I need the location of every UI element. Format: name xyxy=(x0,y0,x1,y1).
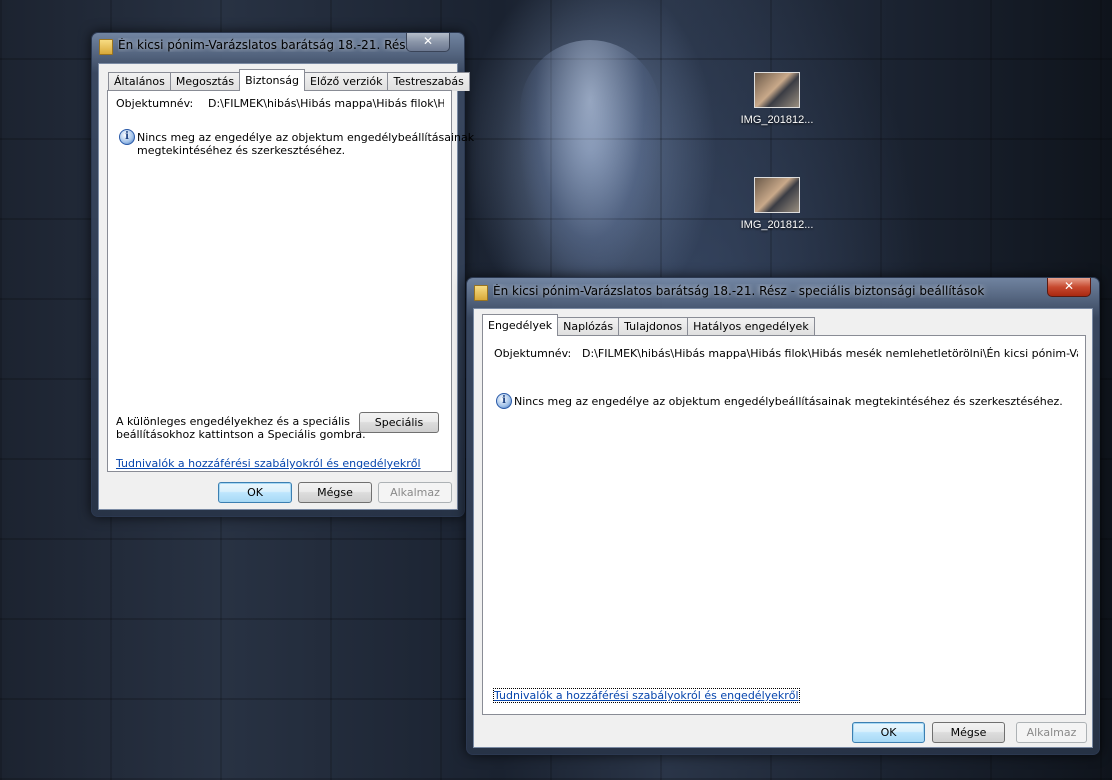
folder-icon xyxy=(99,39,113,55)
tab-general[interactable]: Általános xyxy=(108,72,171,91)
ok-button[interactable]: OK xyxy=(218,482,292,503)
object-name-label: Objektumnév: xyxy=(494,347,572,360)
tab-effective-permissions[interactable]: Hatályos engedélyek xyxy=(687,317,815,336)
permissions-panel: Objektumnév: D:\FILMEK\hibás\Hibás mappa… xyxy=(482,335,1086,715)
permission-info-text: Nincs meg az engedélye az objektum enged… xyxy=(514,395,1063,408)
special-hint-line2: beállításokhoz kattintson a Speciális go… xyxy=(116,428,366,441)
tab-auditing[interactable]: Naplózás xyxy=(557,317,620,336)
tab-owner[interactable]: Tulajdonos xyxy=(618,317,689,336)
folder-icon xyxy=(474,285,488,301)
tab-sharing[interactable]: Megosztás xyxy=(169,72,241,91)
desktop-icon-image-2[interactable]: IMG_201812... xyxy=(732,177,822,231)
info-icon: i xyxy=(496,393,512,409)
object-path: D:\FILMEK\hibás\Hibás mappa\Hibás filok\… xyxy=(208,97,444,110)
image-thumbnail-icon xyxy=(754,177,800,213)
window-title: Én kicsi pónim-Varázslatos barátság 18.-… xyxy=(118,38,418,52)
tab-permissions[interactable]: Engedélyek xyxy=(482,314,559,336)
info-icon: i xyxy=(119,129,135,145)
object-name-label: Objektumnév: xyxy=(116,97,194,110)
tab-strip: Általános Megosztás Biztonság Előző verz… xyxy=(108,69,470,91)
advanced-security-window: Én kicsi pónim-Varázslatos barátság 18.-… xyxy=(466,277,1100,755)
permission-info-line1: Nincs meg az engedélye az objektum enged… xyxy=(137,131,475,144)
help-link[interactable]: Tudnivalók a hozzáférési szabályokról és… xyxy=(493,688,800,703)
cancel-button[interactable]: Mégse xyxy=(932,722,1005,743)
special-button[interactable]: Speciális xyxy=(359,412,439,433)
window-body: Általános Megosztás Biztonság Előző verz… xyxy=(98,63,474,510)
ok-button[interactable]: OK xyxy=(852,722,925,743)
tab-customize[interactable]: Testreszabás xyxy=(387,72,470,91)
apply-button[interactable]: Alkalmaz xyxy=(378,482,452,503)
properties-window: Én kicsi pónim-Varázslatos barátság 18.-… xyxy=(91,32,474,517)
desktop-icon-label: IMG_201812... xyxy=(740,114,814,126)
title-bar[interactable]: Én kicsi pónim-Varázslatos barátság 18.-… xyxy=(467,278,1099,304)
title-bar[interactable]: Én kicsi pónim-Varázslatos barátság 18.-… xyxy=(92,33,464,59)
desktop-icon-label: IMG_201812... xyxy=(740,219,814,231)
tab-previous-versions[interactable]: Előző verziók xyxy=(304,72,389,91)
desktop-icon-image-1[interactable]: IMG_201812... xyxy=(732,72,822,126)
cancel-button[interactable]: Mégse xyxy=(298,482,372,503)
window-body: Engedélyek Naplózás Tulajdonos Hatályos … xyxy=(473,308,1093,748)
help-link[interactable]: Tudnivalók a hozzáférési szabályokról és… xyxy=(116,457,421,470)
tab-security[interactable]: Biztonság xyxy=(239,69,305,91)
window-title: Én kicsi pónim-Varázslatos barátság 18.-… xyxy=(493,284,985,298)
wallpaper-figure xyxy=(520,40,660,280)
permission-info-line2: megtekintéséhez és szerkesztéséhez. xyxy=(137,144,346,157)
object-path: D:\FILMEK\hibás\Hibás mappa\Hibás filok\… xyxy=(582,347,1078,360)
tab-strip: Engedélyek Naplózás Tulajdonos Hatályos … xyxy=(482,314,815,336)
image-thumbnail-icon xyxy=(754,72,800,108)
special-hint-line1: A különleges engedélyekhez és a speciáli… xyxy=(116,415,350,428)
apply-button[interactable]: Alkalmaz xyxy=(1016,722,1087,743)
security-panel: Objektumnév: D:\FILMEK\hibás\Hibás mappa… xyxy=(107,90,474,472)
close-button[interactable]: ✕ xyxy=(1047,278,1091,297)
close-button[interactable]: ✕ xyxy=(406,33,450,52)
